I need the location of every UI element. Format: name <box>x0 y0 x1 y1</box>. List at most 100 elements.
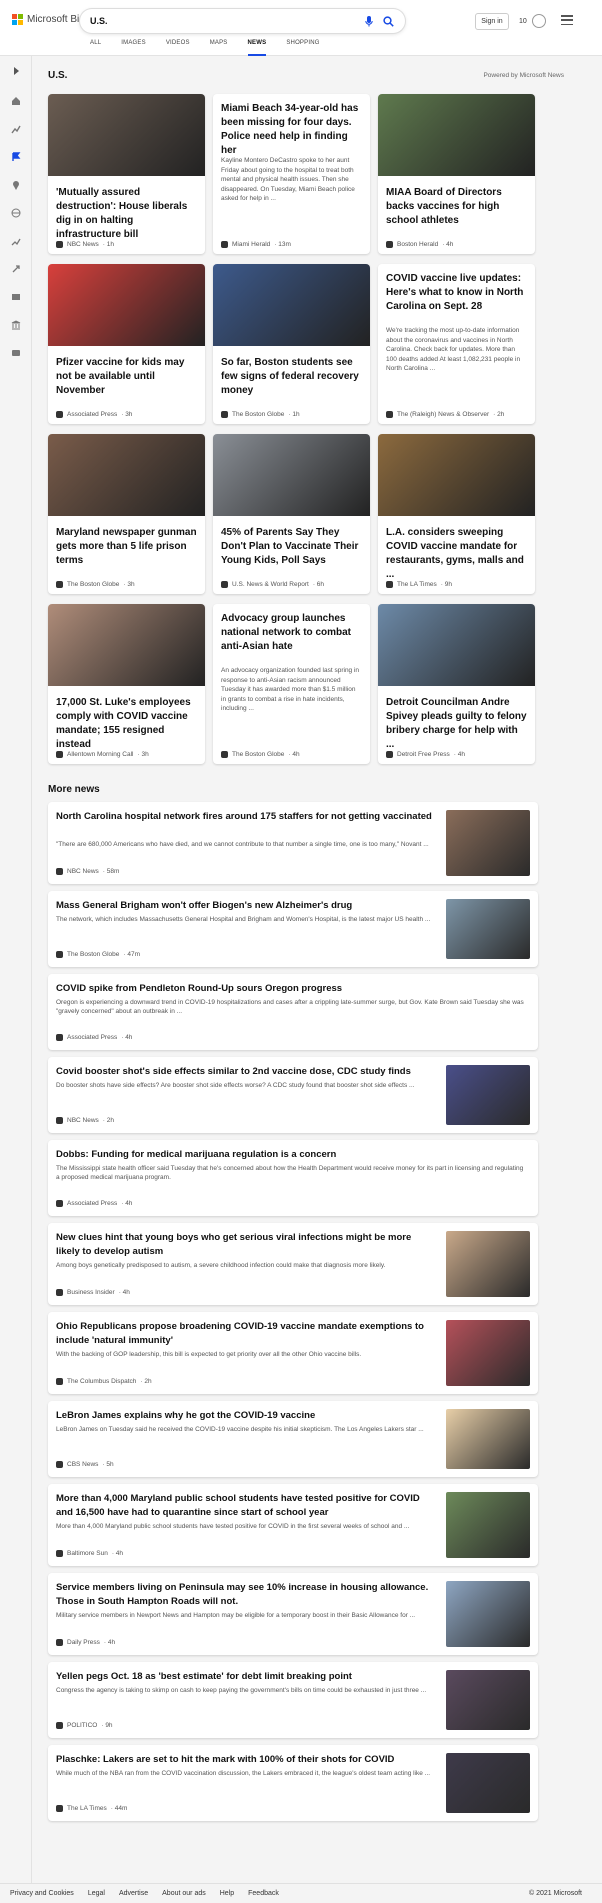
more-news-item[interactable]: Service members living on Peninsula may … <box>48 1573 538 1655</box>
news-card-title[interactable]: L.A. considers sweeping COVID vaccine ma… <box>386 526 527 582</box>
globe-icon[interactable] <box>11 208 21 218</box>
microphone-icon[interactable] <box>362 14 376 28</box>
search-input[interactable]: U.S. <box>90 16 357 26</box>
news-card-title[interactable]: 17,000 St. Luke's employees comply with … <box>56 696 197 752</box>
more-news-item[interactable]: New clues hint that young boys who get s… <box>48 1223 538 1305</box>
more-news-item[interactable]: Covid booster shot's side effects simila… <box>48 1057 538 1133</box>
more-news-title[interactable]: New clues hint that young boys who get s… <box>56 1231 434 1259</box>
rewards-button[interactable]: 10 <box>519 14 546 28</box>
news-card[interactable]: Detroit Councilman Andre Spivey pleads g… <box>378 604 535 764</box>
provider-name: NBC News <box>67 1117 99 1124</box>
more-news-item[interactable]: Mass General Brigham won't offer Biogen'… <box>48 891 538 967</box>
footer-help-link[interactable]: Help <box>220 1890 234 1897</box>
more-news-item[interactable]: Ohio Republicans propose broadening COVI… <box>48 1312 538 1394</box>
news-card[interactable]: 45% of Parents Say They Don't Plan to Va… <box>213 434 370 594</box>
more-news-item[interactable]: LeBron James explains why he got the COV… <box>48 1401 538 1477</box>
news-card[interactable]: 17,000 St. Luke's employees comply with … <box>48 604 205 764</box>
more-news-snippet: Congress the agency is taking to skimp o… <box>56 1687 427 1694</box>
more-news-title[interactable]: Plaschke: Lakers are set to hit the mark… <box>56 1753 434 1767</box>
bing-logo[interactable]: Microsoft Bing <box>12 14 90 25</box>
news-card-image <box>378 604 535 686</box>
news-card-title[interactable]: So far, Boston students see few signs of… <box>221 356 362 398</box>
provider-name: The (Raleigh) News & Observer <box>397 411 490 418</box>
more-news-item[interactable]: Plaschke: Lakers are set to hit the mark… <box>48 1745 538 1821</box>
more-news-provider: The LA Times · 44m <box>56 1805 127 1812</box>
news-time: · 4h <box>121 1200 133 1207</box>
news-card[interactable]: 'Mutually assured destruction': House li… <box>48 94 205 254</box>
tab-all[interactable]: ALL <box>90 40 101 56</box>
tab-shopping[interactable]: SHOPPING <box>286 40 319 56</box>
tab-videos[interactable]: VIDEOS <box>166 40 190 56</box>
entertainment-icon[interactable] <box>11 292 21 302</box>
news-card[interactable]: Advocacy group launches national network… <box>213 604 370 764</box>
news-card-title[interactable]: COVID vaccine live updates: Here's what … <box>386 272 527 314</box>
search-icon[interactable] <box>381 14 395 28</box>
footer-privacy-link[interactable]: Privacy and Cookies <box>10 1890 74 1897</box>
more-news-title[interactable]: Service members living on Peninsula may … <box>56 1581 434 1609</box>
more-news-title[interactable]: More than 4,000 Maryland public school s… <box>56 1492 434 1520</box>
expand-arrow-icon[interactable] <box>11 66 21 76</box>
more-news-item[interactable]: Yellen pegs Oct. 18 as 'best estimate' f… <box>48 1662 538 1738</box>
news-card-image <box>378 94 535 176</box>
provider-name: The Boston Globe <box>232 411 285 418</box>
sign-in-button[interactable]: Sign in <box>475 13 509 30</box>
us-flag-icon[interactable] <box>11 152 21 162</box>
home-icon[interactable] <box>11 96 21 106</box>
provider-logo-icon <box>56 868 63 875</box>
footer-legal-link[interactable]: Legal <box>88 1890 105 1897</box>
news-card[interactable]: Miami Beach 34-year-old has been missing… <box>213 94 370 254</box>
search-box[interactable]: U.S. <box>80 9 405 33</box>
footer-feedback-link[interactable]: Feedback <box>248 1890 279 1897</box>
hamburger-menu-icon[interactable] <box>561 15 573 25</box>
news-card[interactable]: COVID vaccine live updates: Here's what … <box>378 264 535 424</box>
more-news-title[interactable]: Dobbs: Funding for medical marijuana reg… <box>56 1148 528 1162</box>
money-icon[interactable] <box>11 348 21 358</box>
more-news-title[interactable]: North Carolina hospital network fires ar… <box>56 810 434 824</box>
more-news-item[interactable]: COVID spike from Pendleton Round-Up sour… <box>48 974 538 1050</box>
footer-advertise-link[interactable]: Advertise <box>119 1890 148 1897</box>
more-news-title: More news <box>48 784 100 795</box>
news-card[interactable]: So far, Boston students see few signs of… <box>213 264 370 424</box>
news-card-title[interactable]: Maryland newspaper gunman gets more than… <box>56 526 197 568</box>
tab-maps[interactable]: MAPS <box>210 40 228 56</box>
news-time: · 9h <box>440 581 452 588</box>
news-card-title[interactable]: Pfizer vaccine for kids may not be avail… <box>56 356 197 398</box>
more-news-item[interactable]: More than 4,000 Maryland public school s… <box>48 1484 538 1566</box>
tab-news[interactable]: NEWS <box>247 40 267 56</box>
provider-name: NBC News <box>67 868 99 875</box>
trending-icon[interactable] <box>11 124 21 134</box>
news-card-title[interactable]: MIAA Board of Directors backs vaccines f… <box>386 186 527 228</box>
more-news-title[interactable]: Covid booster shot's side effects simila… <box>56 1065 434 1079</box>
more-news-item[interactable]: North Carolina hospital network fires ar… <box>48 802 538 884</box>
more-news-snippet: The Mississippi state health officer sai… <box>56 1165 524 1181</box>
more-news-snippet: LeBron James on Tuesday said he received… <box>56 1426 424 1433</box>
tab-images[interactable]: IMAGES <box>121 40 146 56</box>
provider-logo-icon <box>221 751 228 758</box>
more-news-title[interactable]: Yellen pegs Oct. 18 as 'best estimate' f… <box>56 1670 434 1684</box>
news-card-provider: NBC News · 1h <box>56 241 114 248</box>
footer-about-ads-link[interactable]: About our ads <box>162 1890 206 1897</box>
science-rocket-icon[interactable] <box>11 264 21 274</box>
news-card-title[interactable]: Detroit Councilman Andre Spivey pleads g… <box>386 696 527 752</box>
more-news-title[interactable]: LeBron James explains why he got the COV… <box>56 1409 434 1423</box>
news-card-title[interactable]: Advocacy group launches national network… <box>221 612 362 654</box>
more-news-title[interactable]: Ohio Republicans propose broadening COVI… <box>56 1320 434 1348</box>
location-icon[interactable] <box>11 180 21 190</box>
more-news-title[interactable]: Mass General Brigham won't offer Biogen'… <box>56 899 434 913</box>
business-icon[interactable] <box>11 236 21 246</box>
news-card[interactable]: Maryland newspaper gunman gets more than… <box>48 434 205 594</box>
scope-tabs: ALL IMAGES VIDEOS MAPS NEWS SHOPPING <box>90 40 340 56</box>
news-time: · 3h <box>123 581 135 588</box>
news-card-title[interactable]: 'Mutually assured destruction': House li… <box>56 186 197 242</box>
politics-icon[interactable] <box>11 320 21 330</box>
more-news-snippet: While much of the NBA ran from the COVID… <box>56 1770 431 1777</box>
news-time: · 4h <box>288 751 300 758</box>
more-news-title[interactable]: COVID spike from Pendleton Round-Up sour… <box>56 982 528 996</box>
news-card-title[interactable]: Miami Beach 34-year-old has been missing… <box>221 102 362 158</box>
more-news-item[interactable]: Dobbs: Funding for medical marijuana reg… <box>48 1140 538 1216</box>
more-news-provider: Associated Press · 4h <box>56 1200 132 1207</box>
news-card[interactable]: Pfizer vaccine for kids may not be avail… <box>48 264 205 424</box>
news-card[interactable]: MIAA Board of Directors backs vaccines f… <box>378 94 535 254</box>
news-card-title[interactable]: 45% of Parents Say They Don't Plan to Va… <box>221 526 362 568</box>
news-card[interactable]: L.A. considers sweeping COVID vaccine ma… <box>378 434 535 594</box>
